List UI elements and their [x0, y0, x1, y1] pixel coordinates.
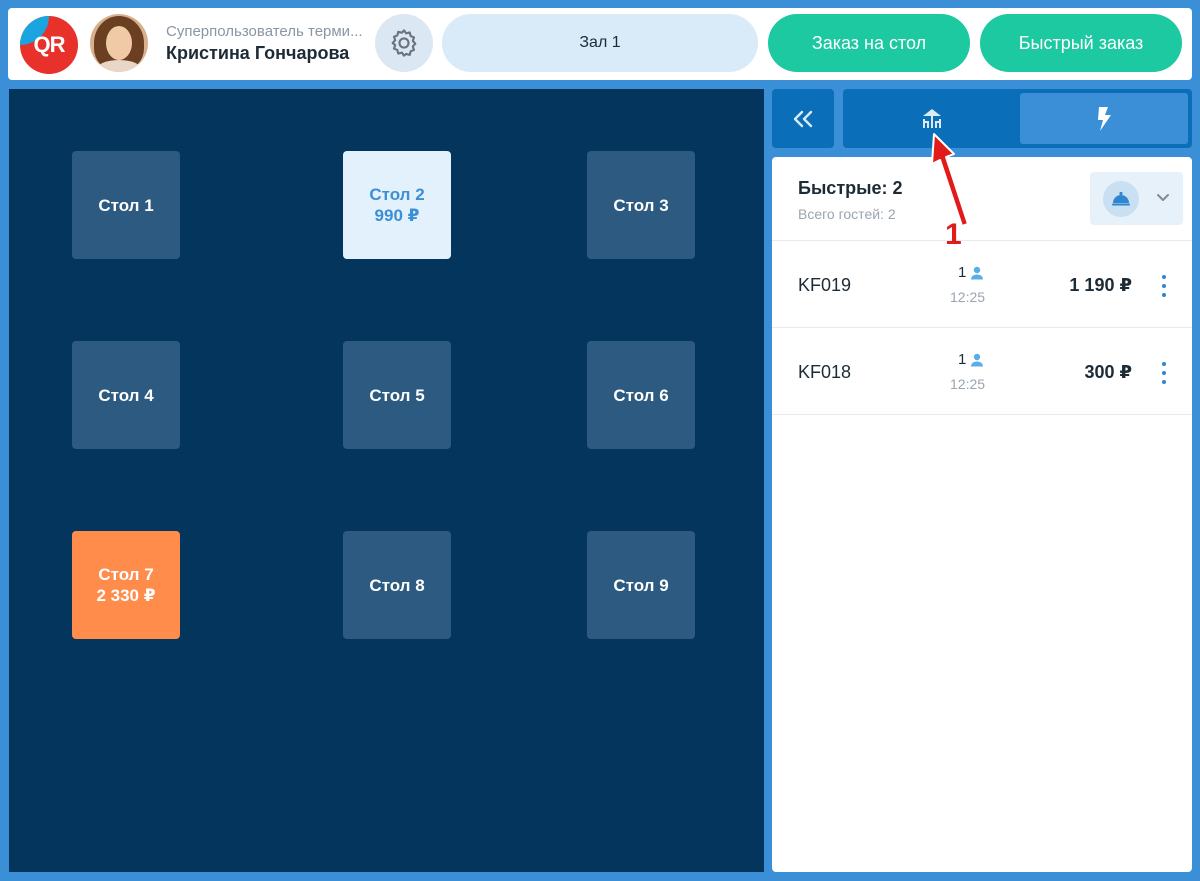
collapse-panel-button[interactable]	[772, 89, 834, 148]
double-chevron-left-icon	[793, 110, 813, 127]
guest-count: 1	[958, 351, 984, 368]
quick-orders-panel: Быстрые: 2 Всего гостей: 2 KF019 1 12:25…	[772, 157, 1192, 872]
hall-selector[interactable]: Зал 1	[442, 14, 758, 72]
table-name: Стол 9	[613, 575, 669, 595]
guests-total: Всего гостей: 2	[798, 206, 896, 222]
settings-button[interactable]	[375, 14, 433, 72]
table-4[interactable]: Стол 4	[72, 341, 180, 449]
chevron-down-icon	[1152, 187, 1174, 209]
table-6[interactable]: Стол 6	[587, 341, 695, 449]
tab-quick-orders[interactable]	[1020, 93, 1188, 144]
order-row[interactable]: KF018 1 12:25 300 ₽	[772, 328, 1192, 414]
order-time: 12:25	[950, 289, 986, 305]
gear-icon	[391, 29, 417, 57]
table-3[interactable]: Стол 3	[587, 151, 695, 259]
hall-map: Стол 1 Стол 2 990 ₽ Стол 3 Стол 4 Стол 5…	[9, 89, 764, 872]
table-amount: 2 330 ₽	[96, 586, 156, 605]
panel-title: Быстрые: 2	[798, 178, 903, 198]
order-price: 1 190 ₽	[1069, 275, 1132, 295]
order-price: 300 ₽	[1084, 362, 1132, 382]
table-7[interactable]: Стол 7 2 330 ₽	[72, 531, 180, 639]
order-row[interactable]: KF019 1 12:25 1 190 ₽	[772, 241, 1192, 327]
person-icon	[971, 353, 984, 366]
table-name: Стол 4	[98, 385, 154, 405]
table-name: Стол 1	[98, 195, 154, 215]
order-code: KF019	[798, 275, 852, 295]
table-2[interactable]: Стол 2 990 ₽	[343, 151, 451, 259]
quick-order-button[interactable]: Быстрый заказ	[980, 14, 1182, 72]
lightning-icon	[1098, 106, 1111, 131]
more-options-icon[interactable]	[1156, 275, 1172, 297]
table-9[interactable]: Стол 9	[587, 531, 695, 639]
guest-count: 1	[958, 264, 984, 281]
more-options-icon[interactable]	[1156, 362, 1172, 384]
table-icon	[923, 108, 941, 128]
order-code: KF018	[798, 362, 852, 382]
table-order-button[interactable]: Заказ на стол	[768, 14, 970, 72]
table-name: Стол 3	[613, 195, 669, 215]
order-filter[interactable]	[1090, 172, 1183, 225]
table-amount: 990 ₽	[374, 206, 420, 225]
order-time: 12:25	[950, 376, 986, 392]
top-bar: QR Суперпользователь терми... Кристина Г…	[8, 8, 1192, 80]
annotation-number: 1	[945, 218, 962, 251]
table-8[interactable]: Стол 8	[343, 531, 451, 639]
table-name: Стол 2	[369, 185, 425, 204]
table-name: Стол 8	[369, 575, 425, 595]
table-name: Стол 7	[98, 565, 154, 584]
app-logo: QR	[20, 16, 78, 74]
table-name: Стол 5	[369, 385, 425, 405]
user-role: Суперпользователь терми...	[166, 23, 363, 40]
person-icon	[971, 266, 984, 279]
table-5[interactable]: Стол 5	[343, 341, 451, 449]
table-1[interactable]: Стол 1	[72, 151, 180, 259]
user-name: Кристина Гончарова	[166, 43, 350, 63]
divider	[772, 414, 1192, 415]
table-name: Стол 6	[613, 385, 669, 405]
avatar[interactable]	[90, 14, 148, 72]
mode-switch	[843, 89, 1192, 148]
cloche-icon	[1103, 181, 1139, 217]
